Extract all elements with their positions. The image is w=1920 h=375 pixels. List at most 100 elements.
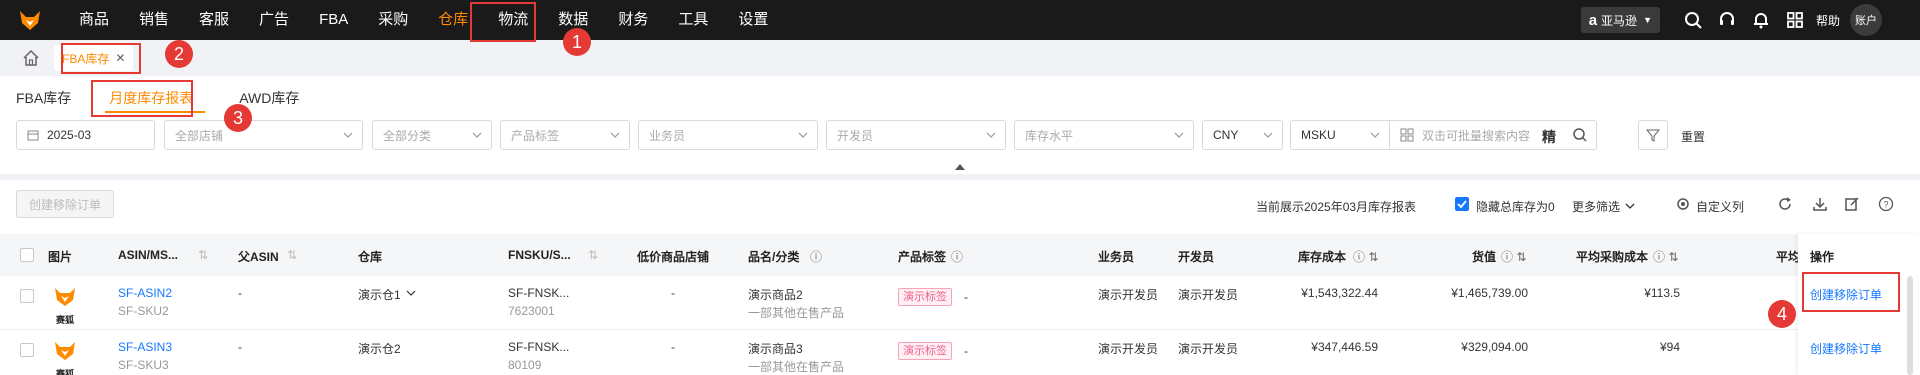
search-field-select[interactable]: MSKU	[1290, 120, 1390, 150]
avg-purchase-cost: ¥94	[1659, 340, 1680, 354]
amazon-icon: a	[1588, 11, 1598, 29]
question-icon[interactable]: ⓘ	[810, 248, 822, 265]
warehouse-text: 演示仓2	[358, 342, 401, 356]
col-low-price-store: 低价商品店铺	[637, 250, 710, 264]
col-fnsku[interactable]: FNSKU/S...	[508, 248, 571, 262]
col-inventory-cost[interactable]: 库存成本	[1298, 248, 1346, 265]
nav-tools[interactable]: 工具	[663, 0, 723, 40]
fnsku-sub-text: 7623001	[508, 304, 555, 318]
search-icon[interactable]	[1683, 10, 1703, 30]
col-product-name: 品名/分类	[748, 250, 800, 264]
fox-logo-icon[interactable]	[18, 8, 42, 32]
sort-icon[interactable]: ⇅	[287, 248, 297, 262]
subtab-monthly-report[interactable]: 月度库存报表	[87, 88, 223, 118]
help-link[interactable]: 帮助	[1816, 12, 1840, 29]
col-product-tag: 产品标签	[898, 250, 947, 264]
store-placeholder: 全部店铺	[175, 128, 224, 143]
apps-grid-icon[interactable]	[1785, 10, 1805, 30]
custom-columns-button[interactable]: 自定义列	[1696, 198, 1744, 215]
store-select[interactable]: 全部店铺	[164, 120, 363, 150]
col-asin[interactable]: ASIN/MS...	[118, 248, 178, 262]
col-avg-purchase-cost[interactable]: 平均采购成本	[1576, 248, 1648, 265]
download-icon[interactable]	[1812, 196, 1828, 212]
bell-icon[interactable]	[1751, 10, 1771, 30]
sort-icon[interactable]: ⇅	[588, 248, 598, 262]
help-circle-icon[interactable]: ?	[1878, 196, 1894, 212]
msku-text: SF-SKU2	[118, 304, 169, 318]
page-tab-fba-inventory[interactable]: FBA库存 ✕	[54, 45, 134, 71]
vertical-scrollbar[interactable]	[1907, 276, 1913, 375]
step-badge-3: 3	[224, 104, 252, 132]
chevron-down-icon	[798, 132, 808, 138]
currency-select[interactable]: CNY	[1202, 120, 1283, 150]
question-icon[interactable]: ⓘ ⇅	[1653, 248, 1678, 265]
sort-icon[interactable]: ⇅	[198, 248, 208, 262]
search-icon[interactable]	[1572, 127, 1588, 143]
salesperson-select[interactable]: 业务员	[638, 120, 818, 150]
current-report-text: 当前展示2025年03月库存报表	[1256, 200, 1417, 214]
nav-products[interactable]: 商品	[64, 0, 124, 40]
nav-finance[interactable]: 财务	[603, 0, 663, 40]
row-checkbox[interactable]	[20, 343, 34, 357]
nav-warehouse[interactable]: 仓库	[423, 0, 483, 40]
nav-settings[interactable]: 设置	[723, 0, 783, 40]
question-icon[interactable]: ⓘ ⇅	[1501, 248, 1526, 265]
home-icon[interactable]	[22, 49, 40, 67]
close-icon[interactable]: ✕	[115, 51, 125, 65]
marketplace-label: 亚马逊	[1601, 13, 1638, 28]
headset-icon[interactable]	[1717, 10, 1737, 30]
chevron-down-icon[interactable]	[406, 288, 416, 298]
step-badge-2: 2	[165, 40, 193, 68]
product-name: 演示商品2	[748, 288, 803, 302]
nav-logistics[interactable]: 物流	[483, 0, 543, 40]
create-removal-order-link[interactable]: 创建移除订单	[1810, 286, 1882, 303]
low-price-store: -	[671, 340, 675, 354]
warehouse-select[interactable]: 演示仓1	[358, 286, 401, 303]
subtab-fba-inventory[interactable]: FBA库存	[0, 88, 87, 118]
product-tag-select[interactable]: 产品标签	[500, 120, 630, 150]
search-input[interactable]: 双击可批量搜索内容 精	[1389, 120, 1597, 150]
step-badge-1: 1	[563, 28, 591, 56]
nav-purchase[interactable]: 采购	[363, 0, 423, 40]
question-icon[interactable]: ⓘ	[951, 248, 963, 265]
table-header: 图片 ASIN/MS... ⇅ 父ASIN ⇅ 仓库 FNSKU/S... ⇅ …	[0, 234, 1920, 276]
account-avatar[interactable]: 账户	[1850, 4, 1882, 36]
more-filters-dropdown[interactable]: 更多筛选	[1572, 198, 1620, 215]
refresh-icon[interactable]	[1777, 196, 1793, 212]
advanced-filter-button[interactable]	[1638, 120, 1668, 150]
nav-fba[interactable]: FBA	[304, 0, 363, 40]
row-checkbox[interactable]	[20, 289, 34, 303]
batch-grid-icon[interactable]	[1400, 128, 1414, 142]
nav-right-tools: a 亚马逊 ▼ 帮助 账户	[1580, 0, 1920, 40]
reset-button[interactable]: 重置	[1681, 128, 1705, 145]
main-panel: FBA库存 月度库存报表 AWD库存 2025-03 全部店铺 全部分类 产品标…	[0, 76, 1920, 375]
collapse-filters-toggle[interactable]	[932, 160, 988, 174]
select-all-checkbox[interactable]	[20, 248, 34, 262]
create-removal-order-button[interactable]: 创建移除订单	[16, 190, 115, 218]
nav-sales[interactable]: 销售	[124, 0, 184, 40]
product-tag-badge: 演示标签	[898, 342, 952, 360]
marketplace-select[interactable]: a 亚马逊 ▼	[1580, 7, 1660, 33]
stock-level-select[interactable]: 库存水平	[1014, 120, 1194, 150]
create-removal-order-link[interactable]: 创建移除订单	[1810, 340, 1882, 357]
product-thumbnail-label: 赛狐	[56, 369, 75, 375]
col-parent-asin[interactable]: 父ASIN	[238, 248, 279, 265]
asin-link[interactable]: SF-ASIN2	[118, 286, 172, 300]
col-goods-value[interactable]: 货值	[1472, 248, 1496, 265]
developer-select[interactable]: 开发员	[826, 120, 1006, 150]
nav-ads[interactable]: 广告	[244, 0, 304, 40]
tag-placeholder: 产品标签	[511, 128, 560, 143]
gear-icon[interactable]	[1676, 197, 1690, 211]
category-select[interactable]: 全部分类	[372, 120, 492, 150]
exact-match-toggle[interactable]: 精	[1542, 127, 1556, 147]
salesperson-placeholder: 业务员	[649, 128, 686, 143]
export-icon[interactable]	[1844, 196, 1860, 212]
msku-text: SF-SKU3	[118, 358, 169, 372]
asin-link[interactable]: SF-ASIN3	[118, 340, 172, 354]
question-icon[interactable]: ⓘ ⇅	[1353, 248, 1378, 265]
fnsku-text: SF-FNSK...	[508, 340, 570, 354]
month-picker[interactable]: 2025-03	[16, 120, 155, 150]
divider	[0, 174, 1920, 180]
nav-customer-service[interactable]: 客服	[184, 0, 244, 40]
hide-zero-checkbox[interactable]	[1455, 197, 1469, 211]
